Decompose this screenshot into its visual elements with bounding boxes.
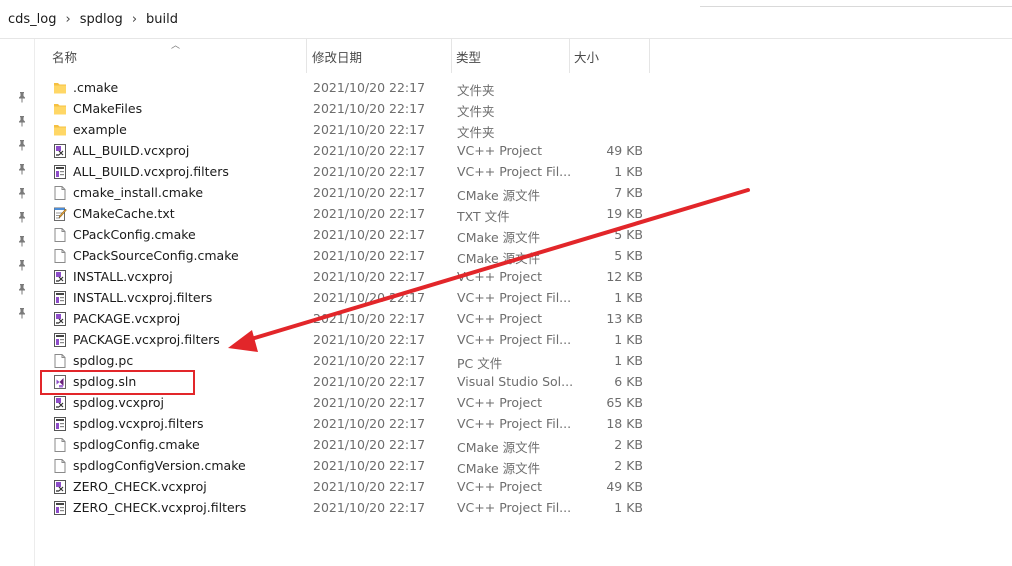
annotation-arrow [228,188,750,352]
